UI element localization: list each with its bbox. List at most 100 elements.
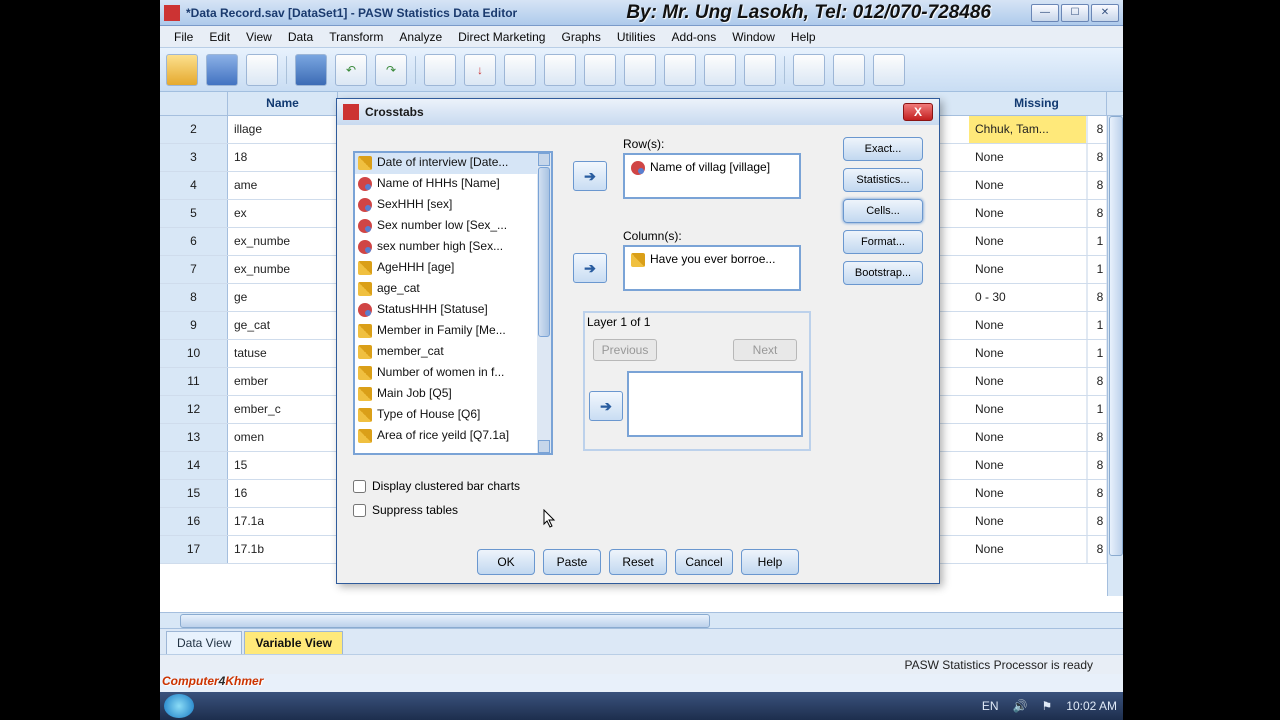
cell-extra[interactable]: 8	[1087, 200, 1107, 227]
goto-var-icon[interactable]: ↓	[464, 54, 496, 86]
cell-extra[interactable]: 1	[1087, 312, 1107, 339]
variable-item[interactable]: sex number high [Sex...	[355, 237, 551, 258]
tab-variable-view[interactable]: Variable View	[244, 631, 343, 654]
insert-case-icon[interactable]	[584, 54, 616, 86]
row-index[interactable]: 5	[160, 200, 228, 227]
cell-name[interactable]: ge	[228, 284, 338, 311]
row-index[interactable]: 4	[160, 172, 228, 199]
bootstrap-button[interactable]: Bootstrap...	[843, 261, 923, 285]
statistics-button[interactable]: Statistics...	[843, 168, 923, 192]
tab-data-view[interactable]: Data View	[166, 631, 242, 654]
row-index[interactable]: 14	[160, 452, 228, 479]
variable-item[interactable]: Type of House [Q6]	[355, 405, 551, 426]
ok-button[interactable]: OK	[477, 549, 535, 575]
row-index[interactable]: 11	[160, 368, 228, 395]
redo-icon[interactable]: ↷	[375, 54, 407, 86]
cell-missing[interactable]: None	[969, 172, 1087, 199]
cells-button[interactable]: Cells...	[843, 199, 923, 223]
cell-name[interactable]: 17.1b	[228, 536, 338, 563]
cell-name[interactable]: ex	[228, 200, 338, 227]
cell-extra[interactable]: 1	[1087, 396, 1107, 423]
cell-missing[interactable]: None	[969, 200, 1087, 227]
scroll-up-icon[interactable]	[538, 153, 550, 166]
variable-item[interactable]: Date of interview [Date...	[355, 153, 551, 174]
variables-icon[interactable]	[504, 54, 536, 86]
dialog-close-button[interactable]: X	[903, 103, 933, 121]
varlist-scrollbar[interactable]	[537, 153, 551, 453]
variable-item[interactable]: AgeHHH [age]	[355, 258, 551, 279]
use-sets-icon[interactable]	[833, 54, 865, 86]
cell-missing[interactable]: None	[969, 480, 1087, 507]
row-index[interactable]: 13	[160, 424, 228, 451]
cell-missing[interactable]: None	[969, 256, 1087, 283]
split-file-icon[interactable]	[664, 54, 696, 86]
cell-extra[interactable]: 1	[1087, 256, 1107, 283]
menu-edit[interactable]: Edit	[201, 27, 238, 47]
menu-window[interactable]: Window	[724, 27, 783, 47]
cell-name[interactable]: ame	[228, 172, 338, 199]
checkbox-icon[interactable]	[353, 504, 366, 517]
suppress-tables-checkbox[interactable]: Suppress tables	[353, 503, 458, 517]
variable-item[interactable]: SexHHH [sex]	[355, 195, 551, 216]
find-icon[interactable]	[544, 54, 576, 86]
cell-extra[interactable]: 8	[1087, 480, 1107, 507]
menu-help[interactable]: Help	[783, 27, 824, 47]
start-button[interactable]	[164, 694, 194, 718]
move-to-layer-button[interactable]: ➔	[589, 391, 623, 421]
row-index[interactable]: 7	[160, 256, 228, 283]
cell-missing[interactable]: None	[969, 144, 1087, 171]
cell-extra[interactable]: 1	[1087, 228, 1107, 255]
insert-var-icon[interactable]	[624, 54, 656, 86]
menu-direct-marketing[interactable]: Direct Marketing	[450, 27, 553, 47]
value-labels-icon[interactable]	[793, 54, 825, 86]
cell-name[interactable]: omen	[228, 424, 338, 451]
rows-item[interactable]: Name of villag [village]	[628, 158, 796, 176]
print-icon[interactable]	[246, 54, 278, 86]
row-index[interactable]: 9	[160, 312, 228, 339]
cell-name[interactable]: 17.1a	[228, 508, 338, 535]
cell-name[interactable]: 16	[228, 480, 338, 507]
cell-name[interactable]: 15	[228, 452, 338, 479]
cell-extra[interactable]: 8	[1087, 536, 1107, 563]
cell-name[interactable]: 18	[228, 144, 338, 171]
menu-analyze[interactable]: Analyze	[391, 27, 450, 47]
menu-file[interactable]: File	[166, 27, 201, 47]
column-header-name[interactable]: Name	[228, 92, 338, 115]
row-index[interactable]: 12	[160, 396, 228, 423]
cell-name[interactable]: ex_numbe	[228, 256, 338, 283]
weight-cases-icon[interactable]	[704, 54, 736, 86]
horizontal-scrollbar[interactable]	[160, 612, 1123, 628]
columns-field[interactable]: Have you ever borroe...	[623, 245, 801, 291]
vertical-scrollbar[interactable]	[1107, 116, 1123, 596]
paste-button[interactable]: Paste	[543, 549, 601, 575]
menu-view[interactable]: View	[238, 27, 280, 47]
cell-extra[interactable]: 8	[1087, 368, 1107, 395]
cell-extra[interactable]: 8	[1087, 116, 1107, 143]
previous-button[interactable]: Previous	[593, 339, 657, 361]
recall-icon[interactable]	[295, 54, 327, 86]
row-index[interactable]: 6	[160, 228, 228, 255]
row-index[interactable]: 10	[160, 340, 228, 367]
cell-missing[interactable]: None	[969, 340, 1087, 367]
help-button[interactable]: Help	[741, 549, 799, 575]
menu-graphs[interactable]: Graphs	[553, 27, 608, 47]
cell-missing[interactable]: None	[969, 312, 1087, 339]
cell-name[interactable]: ge_cat	[228, 312, 338, 339]
cell-missing[interactable]: None	[969, 396, 1087, 423]
save-icon[interactable]	[206, 54, 238, 86]
move-to-rows-button[interactable]: ➔	[573, 161, 607, 191]
scroll-down-icon[interactable]	[538, 440, 550, 453]
cell-missing[interactable]: Chhuk, Tam...	[969, 116, 1087, 143]
cell-name[interactable]: ember	[228, 368, 338, 395]
cell-name[interactable]: illage	[228, 116, 338, 143]
display-bar-charts-checkbox[interactable]: Display clustered bar charts	[353, 479, 520, 493]
maximize-button[interactable]: ☐	[1061, 4, 1089, 22]
variable-item[interactable]: age_cat	[355, 279, 551, 300]
select-cases-icon[interactable]	[744, 54, 776, 86]
cell-missing[interactable]: None	[969, 228, 1087, 255]
variable-list[interactable]: Date of interview [Date...Name of HHHs […	[353, 151, 553, 455]
row-index[interactable]: 3	[160, 144, 228, 171]
cell-missing[interactable]: None	[969, 368, 1087, 395]
tray-icon[interactable]: ⚑	[1042, 699, 1053, 713]
cell-extra[interactable]: 8	[1087, 172, 1107, 199]
